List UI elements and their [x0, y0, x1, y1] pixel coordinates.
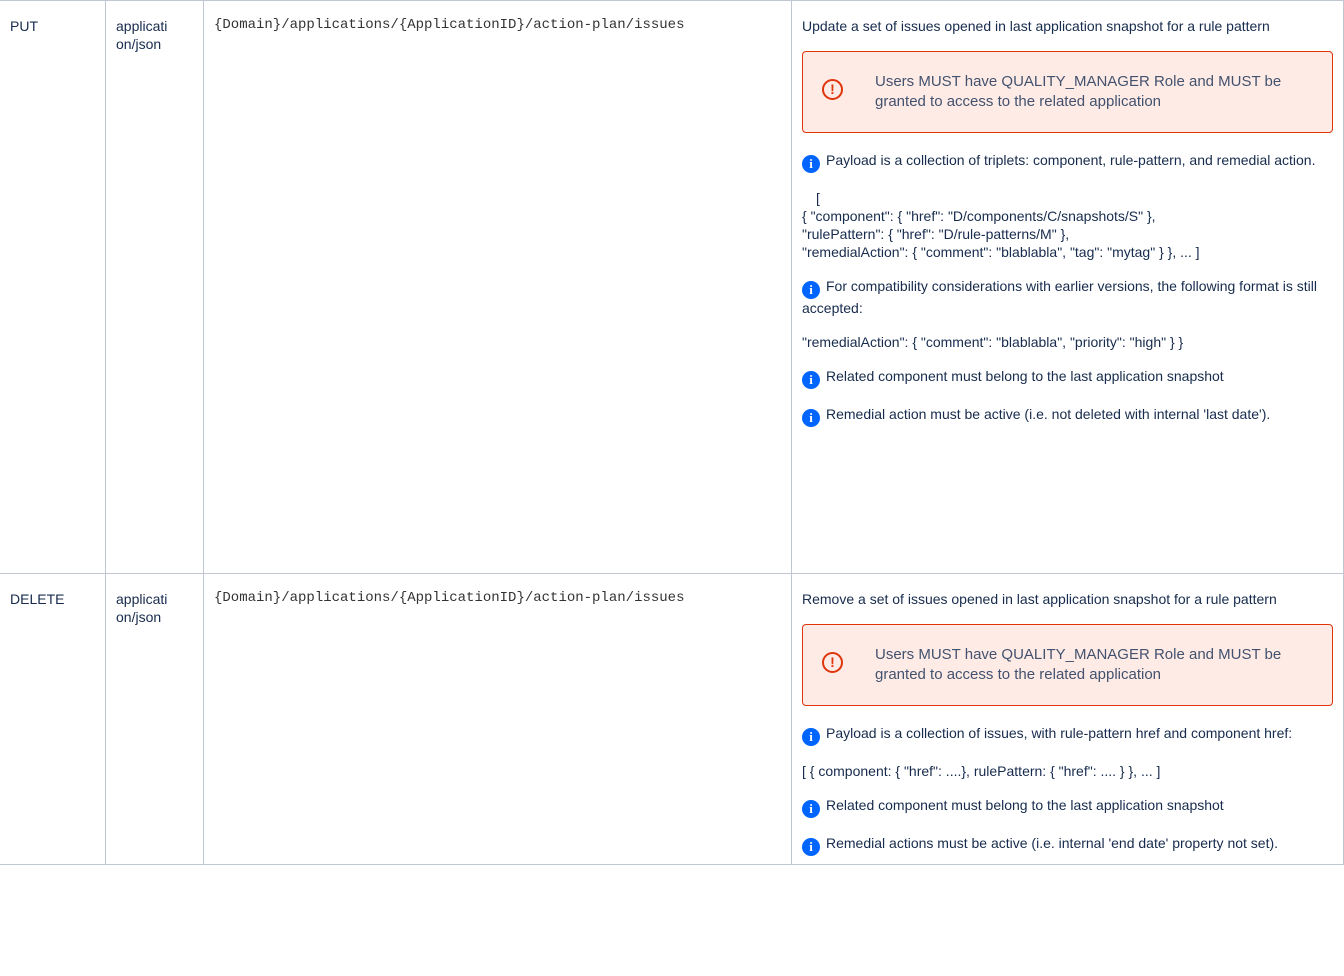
info-circle-icon: i: [802, 800, 820, 818]
info-circle-icon: i: [802, 281, 820, 299]
table-row: PUT application/json {Domain}/applicatio…: [0, 0, 1344, 574]
summary-text: Remove a set of issues opened in last ap…: [802, 591, 1277, 607]
info-circle-icon: i: [802, 838, 820, 856]
method-label: PUT: [10, 18, 38, 34]
payload-line: "remedialAction": { "comment": "blablabl…: [802, 244, 1200, 260]
info-text: Related component must belong to the las…: [826, 368, 1224, 384]
exclamation-circle-icon: !: [822, 652, 843, 673]
info-text: For compatibility considerations with ea…: [802, 278, 1317, 316]
info-note: i Related component must belong to the la…: [802, 367, 1333, 389]
info-text: Payload is a collection of triplets: com…: [826, 152, 1316, 168]
info-note: i Payload is a collection of triplets: co…: [802, 151, 1333, 173]
method-label: DELETE: [10, 591, 65, 607]
summary-text: Update a set of issues opened in last ap…: [802, 18, 1270, 34]
info-text: Remedial actions must be active (i.e. in…: [826, 835, 1279, 851]
description-cell: Remove a set of issues opened in last ap…: [791, 573, 1344, 865]
info-circle-icon: i: [802, 728, 820, 746]
url-cell: {Domain}/applications/{ApplicationID}/ac…: [203, 573, 792, 865]
info-text: Related component must belong to the las…: [826, 797, 1224, 813]
warning-panel: ! Users MUST have QUALITY_MANAGER Role a…: [802, 624, 1333, 706]
content-type-label: application/json: [116, 18, 168, 52]
payload-open: [: [816, 190, 820, 206]
info-note: i Related component must belong to the la…: [802, 796, 1333, 818]
info-circle-icon: i: [802, 409, 820, 427]
warning-text: Users MUST have QUALITY_MANAGER Role and…: [875, 73, 1282, 110]
api-table: PUT application/json {Domain}/applicatio…: [0, 0, 1344, 865]
info-note: i Remedial action must be active (i.e. no…: [802, 405, 1333, 427]
info-note: i Remedial actions must be active (i.e. i…: [802, 834, 1333, 856]
info-text: Payload is a collection of issues, with …: [826, 725, 1293, 741]
info-circle-icon: i: [802, 371, 820, 389]
warning-panel: ! Users MUST have QUALITY_MANAGER Role a…: [802, 51, 1333, 133]
payload-example: [ { "component": { "href": "D/components…: [802, 189, 1333, 261]
url-text: {Domain}/applications/{ApplicationID}/ac…: [214, 590, 685, 606]
url-cell: {Domain}/applications/{ApplicationID}/ac…: [203, 0, 792, 574]
info-text: Remedial action must be active (i.e. not…: [826, 406, 1271, 422]
description-cell: Update a set of issues opened in last ap…: [791, 0, 1344, 574]
payload-line: { "component": { "href": "D/components/C…: [802, 208, 1156, 224]
content-type-label: application/json: [116, 591, 168, 625]
compat-example: "remedialAction": { "comment": "blablabl…: [802, 334, 1184, 350]
method-cell: PUT: [0, 0, 106, 574]
method-cell: DELETE: [0, 573, 106, 865]
warning-text: Users MUST have QUALITY_MANAGER Role and…: [875, 646, 1282, 683]
info-note: i Payload is a collection of issues, with…: [802, 724, 1333, 746]
url-text: {Domain}/applications/{ApplicationID}/ac…: [214, 17, 685, 33]
exclamation-circle-icon: !: [822, 79, 843, 100]
payload-example: [ { component: { "href": ....}, rulePatt…: [802, 763, 1161, 779]
info-note: i For compatibility considerations with e…: [802, 277, 1333, 317]
payload-line: "rulePattern": { "href": "D/rule-pattern…: [802, 226, 1070, 242]
table-row: DELETE application/json {Domain}/applica…: [0, 573, 1344, 865]
info-circle-icon: i: [802, 155, 820, 173]
content-type-cell: application/json: [105, 0, 204, 574]
content-type-cell: application/json: [105, 573, 204, 865]
